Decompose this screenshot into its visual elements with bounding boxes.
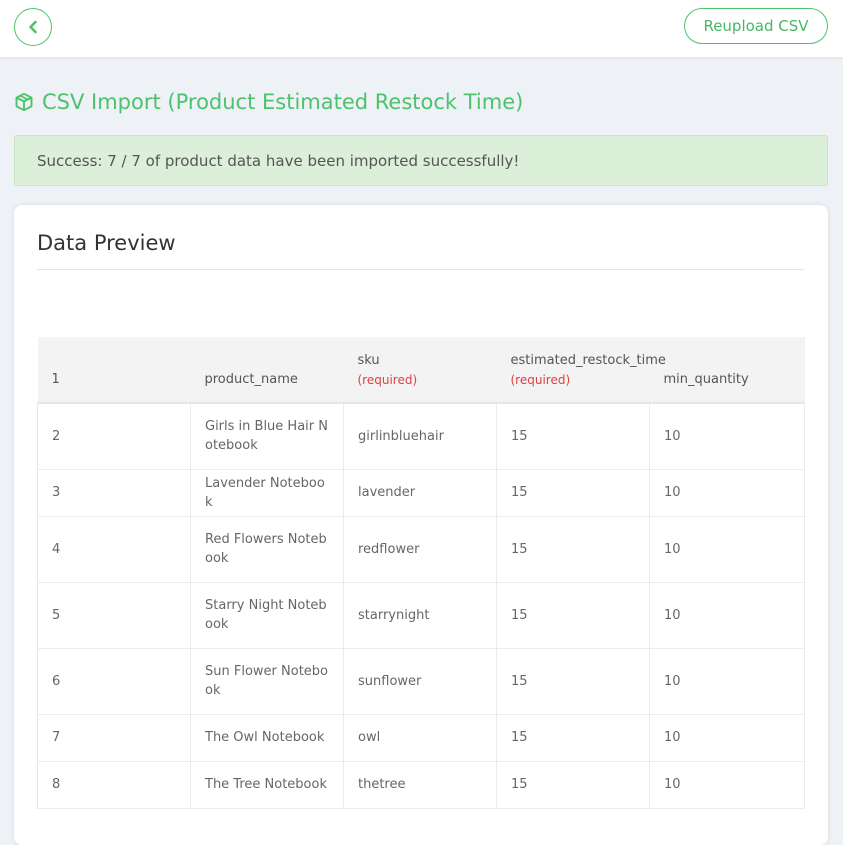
page-title-text: CSV Import (Product Estimated Restock Ti…	[42, 90, 524, 114]
product-name-cell: Lavender Notebook	[190, 468, 344, 517]
table-row: 2 Girls in Blue Hair Notebook girlinblue…	[37, 402, 805, 470]
min-quantity-cell: 10	[649, 515, 805, 583]
page-title: CSV Import (Product Estimated Restock Ti…	[14, 88, 523, 116]
restock-cell: 15	[496, 581, 650, 649]
table-header-row: 1 product_name sku (required) estimated_…	[37, 337, 805, 404]
min-quantity-cell: 10	[649, 581, 805, 649]
product-name-cell: Girls in Blue Hair Notebook	[190, 402, 344, 470]
back-button[interactable]	[14, 8, 52, 46]
reupload-csv-button[interactable]: Reupload CSV	[684, 8, 828, 44]
sku-cell: lavender	[343, 468, 497, 517]
required-label: (required)	[357, 373, 418, 387]
min-quantity-cell: 10	[649, 760, 805, 809]
product-name-cell: Starry Night Notebook	[190, 581, 344, 649]
data-preview-table: 1 product_name sku (required) estimated_…	[37, 337, 805, 809]
sku-cell: sunflower	[343, 647, 497, 715]
restock-cell: 15	[496, 713, 650, 762]
header-sku: sku (required)	[343, 337, 497, 404]
required-label: (required)	[510, 373, 571, 387]
header-product-name: product_name	[190, 337, 344, 404]
header-row-number: 1	[37, 337, 191, 404]
sku-cell: girlinbluehair	[343, 402, 497, 470]
card-title: Data Preview	[37, 231, 176, 255]
chevron-left-icon	[29, 20, 37, 34]
row-number: 8	[37, 760, 191, 809]
min-quantity-cell: 10	[649, 402, 805, 470]
product-name-cell: The Owl Notebook	[190, 713, 344, 762]
sku-cell: redflower	[343, 515, 497, 583]
row-number: 5	[37, 581, 191, 649]
table-row: 5 Starry Night Notebook starrynight 15 1…	[37, 581, 805, 649]
min-quantity-cell: 10	[649, 713, 805, 762]
header-estimated-restock-time: estimated_restock_time (required)	[496, 337, 666, 404]
product-name-cell: Red Flowers Notebook	[190, 515, 344, 583]
row-number: 7	[37, 713, 191, 762]
table-row: 4 Red Flowers Notebook redflower 15 10	[37, 515, 805, 583]
sku-cell: owl	[343, 713, 497, 762]
table-row: 3 Lavender Notebook lavender 15 10	[37, 468, 805, 517]
restock-cell: 15	[496, 468, 650, 517]
restock-cell: 15	[496, 402, 650, 470]
success-alert: Success: 7 / 7 of product data have been…	[14, 135, 828, 186]
row-number: 6	[37, 647, 191, 715]
table-row: 7 The Owl Notebook owl 15 10	[37, 713, 805, 762]
data-preview-card: Data Preview 1 product_name sku (require…	[14, 205, 828, 845]
restock-cell: 15	[496, 515, 650, 583]
min-quantity-cell: 10	[649, 468, 805, 517]
success-alert-message: Success: 7 / 7 of product data have been…	[37, 151, 520, 170]
row-number: 3	[37, 468, 191, 517]
product-name-cell: The Tree Notebook	[190, 760, 344, 809]
card-divider	[37, 269, 804, 270]
row-number: 4	[37, 515, 191, 583]
restock-cell: 15	[496, 647, 650, 715]
sku-cell: starrynight	[343, 581, 497, 649]
min-quantity-cell: 10	[649, 647, 805, 715]
row-number: 2	[37, 402, 191, 470]
sku-cell: thetree	[343, 760, 497, 809]
top-bar: Reupload CSV	[0, 0, 843, 57]
header-min-quantity: min_quantity	[649, 337, 805, 404]
table-row: 6 Sun Flower Notebook sunflower 15 10	[37, 647, 805, 715]
table-row: 8 The Tree Notebook thetree 15 10	[37, 760, 805, 809]
restock-cell: 15	[496, 760, 650, 809]
cube-icon	[15, 92, 33, 112]
product-name-cell: Sun Flower Notebook	[190, 647, 344, 715]
